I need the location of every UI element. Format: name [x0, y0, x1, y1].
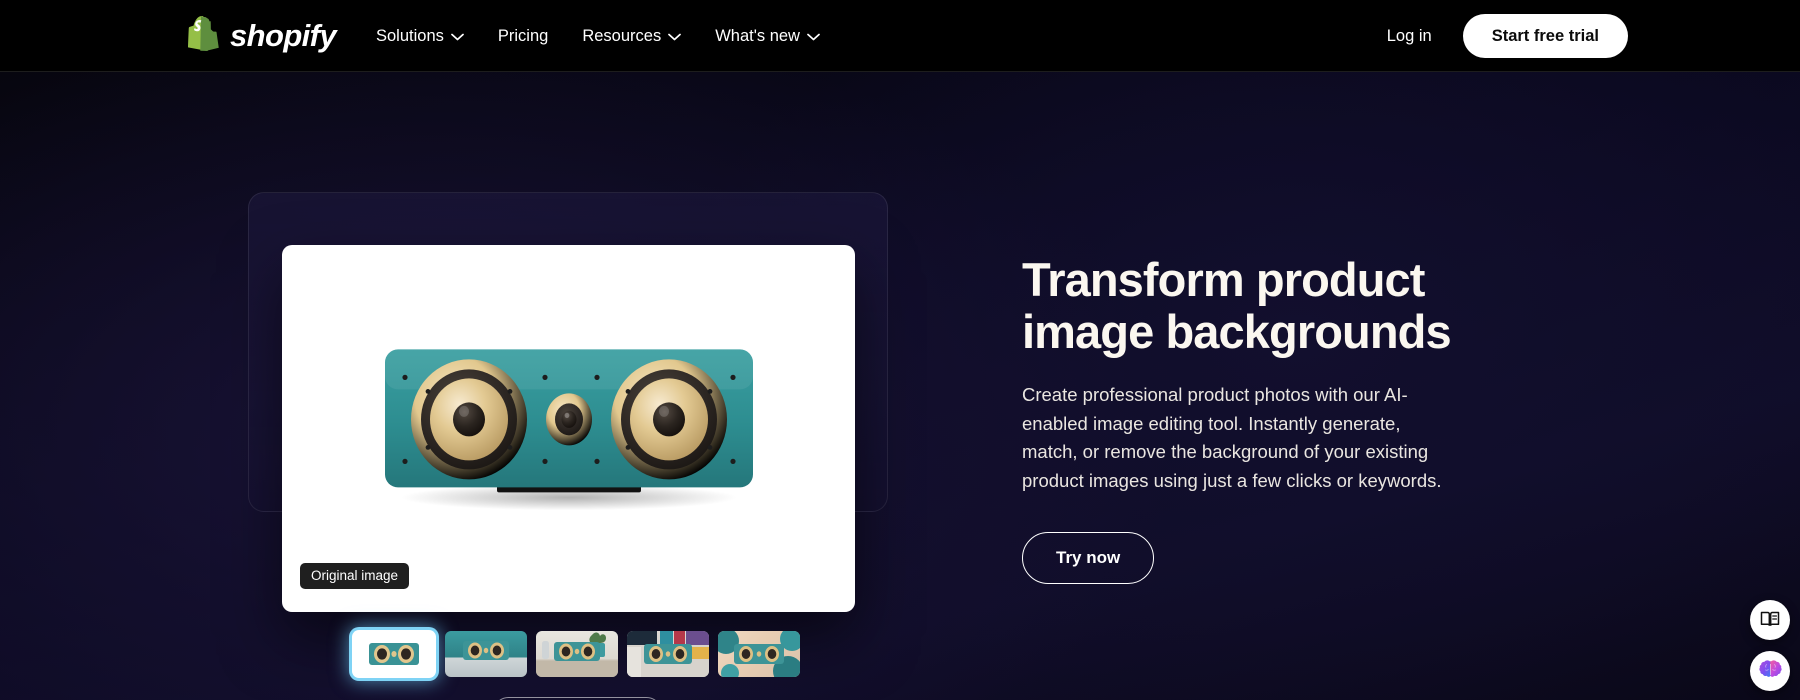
shopify-wordmark: shopify	[230, 17, 337, 53]
ai-assistant-button[interactable]	[1750, 651, 1790, 691]
thumbnail-kitchen-counter-plant[interactable]	[536, 631, 618, 677]
chevron-down-icon	[668, 31, 682, 41]
thumbnail-living-room-artwork[interactable]	[627, 631, 709, 677]
thumbnail-original-white-background[interactable]	[352, 630, 436, 678]
page-root: shopify Solutions Pricing Resources What…	[0, 0, 1800, 700]
primary-nav-links: Solutions Pricing Resources What's new	[359, 0, 837, 72]
try-now-button[interactable]: Try now	[1022, 532, 1155, 585]
nav-item-resources[interactable]: Resources	[565, 0, 698, 72]
hero-description: Create professional product photos with …	[1022, 384, 1442, 491]
guide-book-button[interactable]	[1750, 600, 1790, 640]
login-link[interactable]: Log in	[1377, 21, 1442, 52]
nav-item-pricing-label: Pricing	[497, 26, 549, 45]
product-image-preview-card[interactable]: Original image	[282, 245, 855, 612]
nav-item-whats-new-label: What's new	[715, 26, 800, 45]
hero-copy: Transform product image backgrounds Crea…	[1022, 253, 1482, 585]
nav-item-pricing[interactable]: Pricing	[481, 0, 565, 72]
thumbnail-strip	[352, 630, 800, 678]
guide-book-icon	[1760, 610, 1780, 631]
page-title: Transform product image backgrounds	[1022, 253, 1482, 359]
shopify-logo[interactable]: shopify	[188, 16, 337, 54]
start-free-trial-button[interactable]: Start free trial	[1462, 14, 1628, 58]
chevron-down-icon	[451, 31, 464, 41]
top-navigation-bar: shopify Solutions Pricing Resources What…	[0, 0, 1800, 72]
product-speaker-image	[369, 335, 769, 515]
headline-line-1: Transform product	[1022, 253, 1425, 306]
nav-actions: Log in Start free trial	[1377, 0, 1628, 72]
nav-item-solutions[interactable]: Solutions	[359, 0, 481, 72]
thumbnail-teal-studio-shelf[interactable]	[445, 631, 527, 677]
nav-item-whats-new[interactable]: What's new	[698, 0, 837, 72]
status-badge: Original image	[300, 563, 410, 589]
nav-item-resources-label: Resources	[582, 26, 662, 45]
nav-item-solutions-label: Solutions	[376, 26, 444, 45]
chevron-down-icon	[807, 31, 820, 41]
thumbnail-abstract-teal-shapes[interactable]	[718, 631, 800, 677]
shopify-bag-icon	[188, 16, 221, 54]
ai-brain-icon	[1758, 659, 1782, 683]
headline-line-2: image backgrounds	[1022, 305, 1452, 359]
hero-section: Original image Transform product image b…	[0, 72, 1800, 700]
